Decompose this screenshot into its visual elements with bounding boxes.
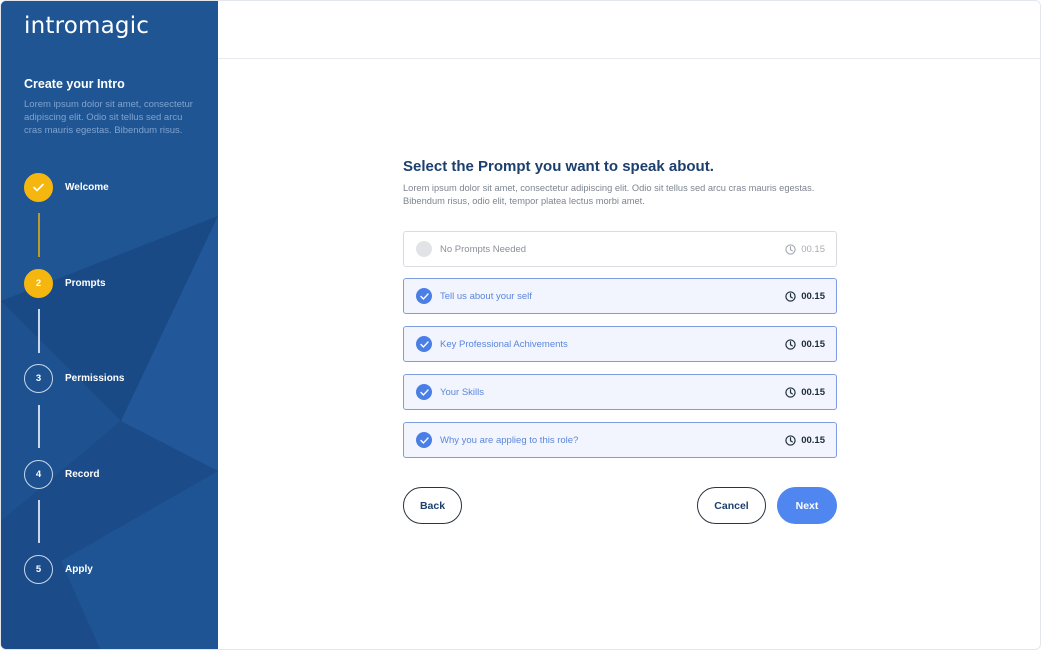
step-welcome-circle: [24, 172, 53, 202]
prompt-duration: 00.15: [785, 339, 825, 350]
prompt-option-label: Tell us about your self: [440, 290, 532, 302]
sidebar-description: Lorem ipsum dolor sit amet, consectetur …: [24, 99, 193, 136]
app-logo: intromagic: [24, 13, 150, 39]
step-record-circle: 4: [24, 459, 53, 489]
prompt-option-about-yourself[interactable]: Tell us about your self 00.15: [403, 278, 837, 314]
step-record[interactable]: 4 Record: [24, 459, 204, 489]
checked-circle-icon: [416, 336, 432, 352]
prompt-option-skills[interactable]: Your Skills 00.15: [403, 374, 837, 410]
page-title: Select the Prompt you want to speak abou…: [403, 158, 714, 175]
clock-icon: [785, 338, 796, 350]
prompt-option-no-prompts[interactable]: No Prompts Needed 00.15: [403, 231, 837, 267]
step-welcome-label: Welcome: [65, 181, 109, 193]
step-permissions-circle: 3: [24, 363, 53, 393]
step-permissions[interactable]: 3 Permissions: [24, 363, 204, 393]
prompt-duration: 00.15: [785, 387, 825, 398]
step-connector-1: [38, 213, 40, 257]
step-permissions-label: Permissions: [65, 372, 125, 384]
step-apply-circle: 5: [24, 554, 53, 584]
app-window: intromagic Create your Intro Lorem ipsum…: [0, 0, 1041, 650]
prompt-duration: 00.15: [785, 435, 825, 446]
step-connector-2: [38, 309, 40, 353]
prompt-option-label: No Prompts Needed: [440, 243, 527, 255]
sidebar-title: Create your Intro: [24, 77, 125, 91]
prompt-option-why-role[interactable]: Why you are applieg to this role? 00.15: [403, 422, 837, 458]
prompt-option-label: Why you are applieg to this role?: [440, 434, 579, 446]
step-record-label: Record: [65, 468, 100, 480]
step-prompts-circle: 2: [24, 268, 53, 298]
prompt-duration-value: 00.15: [801, 338, 825, 350]
back-button[interactable]: Back: [403, 487, 462, 524]
step-connector-4: [38, 500, 40, 543]
check-icon: [33, 183, 44, 191]
cancel-button[interactable]: Cancel: [697, 487, 766, 524]
checked-circle-icon: [416, 384, 432, 400]
step-apply[interactable]: 5 Apply: [24, 554, 204, 584]
step-apply-label: Apply: [65, 563, 93, 575]
clock-icon: [785, 386, 796, 398]
sidebar: intromagic Create your Intro Lorem ipsum…: [1, 1, 218, 649]
prompt-duration-value: 00.15: [801, 386, 825, 398]
step-connector-3: [38, 405, 40, 448]
checked-circle-icon: [416, 432, 432, 448]
page-description: Lorem ipsum dolor sit amet, consectetur …: [403, 183, 815, 206]
prompt-duration-value: 00.15: [801, 434, 825, 446]
unchecked-circle-icon: [416, 241, 432, 257]
clock-icon: [785, 290, 796, 302]
prompt-duration: 00.15: [785, 291, 825, 302]
prompt-duration: 00.15: [785, 244, 825, 255]
checked-circle-icon: [416, 288, 432, 304]
prompt-option-label: Key Professional Achivements: [440, 338, 568, 350]
clock-icon: [785, 243, 796, 255]
prompt-option-label: Your Skills: [440, 386, 485, 398]
step-welcome[interactable]: Welcome: [24, 172, 204, 202]
next-button[interactable]: Next: [777, 487, 837, 524]
prompt-duration-value: 00.15: [801, 290, 825, 302]
prompt-option-achievements[interactable]: Key Professional Achivements 00.15: [403, 326, 837, 362]
step-prompts-label: Prompts: [65, 277, 106, 289]
step-prompts[interactable]: 2 Prompts: [24, 268, 204, 298]
prompt-duration-value: 00.15: [801, 243, 825, 255]
top-bar: [218, 1, 1040, 59]
clock-icon: [785, 434, 796, 446]
